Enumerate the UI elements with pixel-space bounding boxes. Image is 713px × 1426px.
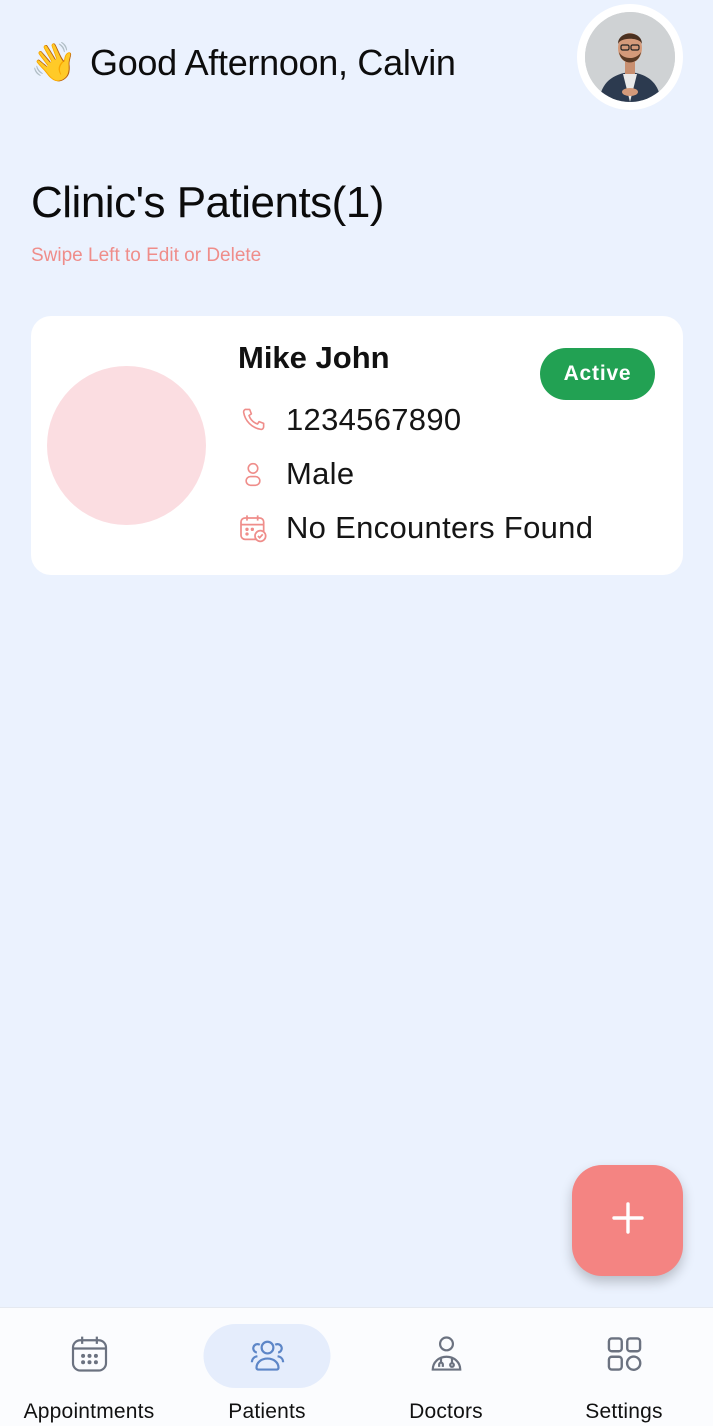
person-icon <box>236 457 270 491</box>
patient-gender: Male <box>286 456 355 491</box>
nav-label-appointments: Appointments <box>23 1400 155 1423</box>
add-patient-button[interactable] <box>572 1165 683 1276</box>
phone-icon <box>236 403 270 437</box>
patient-name: Mike John <box>238 340 390 375</box>
patient-phone-row: 1234567890 <box>236 402 461 438</box>
waving-hand-icon: 👋 <box>30 42 78 84</box>
nav-label-settings: Settings <box>585 1400 663 1423</box>
calendar-check-icon <box>236 511 270 545</box>
greeting-text: Good Afternoon, Calvin <box>90 42 456 83</box>
grid-icon <box>602 1332 646 1381</box>
plus-icon <box>611 1201 645 1240</box>
nav-item-patients[interactable]: Patients <box>178 1308 356 1426</box>
nav-item-doctors[interactable]: Doctors <box>357 1308 535 1426</box>
patient-encounters: No Encounters Found <box>286 510 594 545</box>
greeting-row: 👋 Good Afternoon, Calvin <box>30 38 456 88</box>
nav-item-settings[interactable]: Settings <box>535 1308 713 1426</box>
nav-label-patients: Patients <box>228 1400 306 1423</box>
page-title: Clinic's Patients(1) <box>31 178 384 227</box>
patient-gender-row: Male <box>236 456 354 492</box>
patient-avatar-placeholder <box>47 366 206 525</box>
profile-avatar[interactable] <box>577 4 683 110</box>
doctor-icon <box>424 1332 468 1381</box>
patients-screen: 👋 Good Afternoon, Calvin Clinic's Patien… <box>0 0 713 1426</box>
nav-label-doctors: Doctors <box>409 1400 483 1423</box>
patient-encounters-row: No Encounters Found <box>236 510 593 546</box>
swipe-hint: Swipe Left to Edit or Delete <box>31 245 262 266</box>
nav-item-appointments[interactable]: Appointments <box>0 1308 178 1426</box>
user-avatar-photo <box>585 12 675 102</box>
patient-card[interactable]: Mike John Active 1234567890 Male No Enco… <box>31 316 683 575</box>
bottom-navigation: Appointments Patients Doctors Settings <box>0 1307 713 1426</box>
patient-phone: 1234567890 <box>286 402 462 437</box>
status-badge: Active <box>540 348 655 400</box>
users-icon <box>245 1332 289 1381</box>
calendar-icon <box>67 1332 111 1381</box>
